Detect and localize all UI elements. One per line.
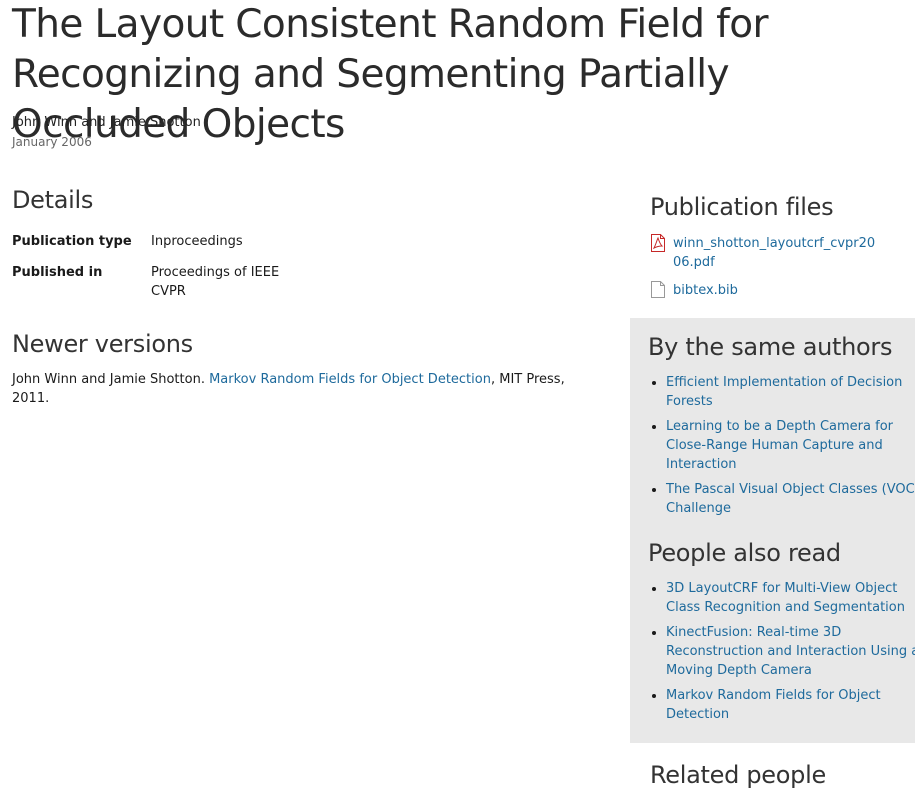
also-read-link[interactable]: KinectFusion: Real-time 3D Reconstructio… — [666, 625, 915, 678]
same-authors-link[interactable]: The Pascal Visual Object Classes (VOC) C… — [666, 482, 915, 516]
detail-value: Proceedings of IEEE CVPR — [151, 265, 280, 299]
publication-authors: John Winn and Jamie Shotton — [12, 115, 201, 130]
newer-versions-heading: Newer versions — [12, 330, 193, 358]
document-file-icon — [650, 281, 666, 299]
detail-value: Inproceedings — [151, 234, 243, 249]
list-item: KinectFusion: Real-time 3D Reconstructio… — [666, 623, 915, 680]
publication-files-heading: Publication files — [650, 193, 834, 221]
publication-date: January 2006 — [12, 135, 92, 149]
newer-version-authors: John Winn and Jamie Shotton. — [12, 372, 210, 387]
also-read-link[interactable]: Markov Random Fields for Object Detectio… — [666, 688, 881, 722]
list-item: Learning to be a Depth Camera for Close-… — [666, 417, 915, 474]
list-item: Markov Random Fields for Object Detectio… — [666, 686, 915, 724]
bib-file-link[interactable]: bibtex.bib — [673, 281, 878, 300]
pdf-file-icon — [650, 234, 666, 252]
detail-label: Published in — [12, 265, 103, 280]
details-heading: Details — [12, 186, 94, 214]
pdf-file-link[interactable]: winn_shotton_layoutcrf_cvpr2006.pdf — [673, 234, 878, 272]
same-authors-link[interactable]: Efficient Implementation of Decision For… — [666, 375, 902, 409]
same-authors-link[interactable]: Learning to be a Depth Camera for Close-… — [666, 419, 893, 472]
same-authors-list: Efficient Implementation of Decision For… — [648, 373, 915, 524]
people-also-read-list: 3D LayoutCRF for Multi-View Object Class… — [648, 579, 915, 730]
detail-label: Publication type — [12, 234, 132, 249]
list-item: Efficient Implementation of Decision For… — [666, 373, 915, 411]
people-also-read-heading: People also read — [648, 539, 841, 567]
newer-version-citation: John Winn and Jamie Shotton. Markov Rand… — [12, 370, 582, 408]
related-people-heading: Related people — [650, 761, 826, 789]
newer-version-link[interactable]: Markov Random Fields for Object Detectio… — [209, 372, 491, 387]
list-item: The Pascal Visual Object Classes (VOC) C… — [666, 480, 915, 518]
same-authors-heading: By the same authors — [648, 333, 893, 361]
list-item: 3D LayoutCRF for Multi-View Object Class… — [666, 579, 915, 617]
also-read-link[interactable]: 3D LayoutCRF for Multi-View Object Class… — [666, 581, 905, 615]
